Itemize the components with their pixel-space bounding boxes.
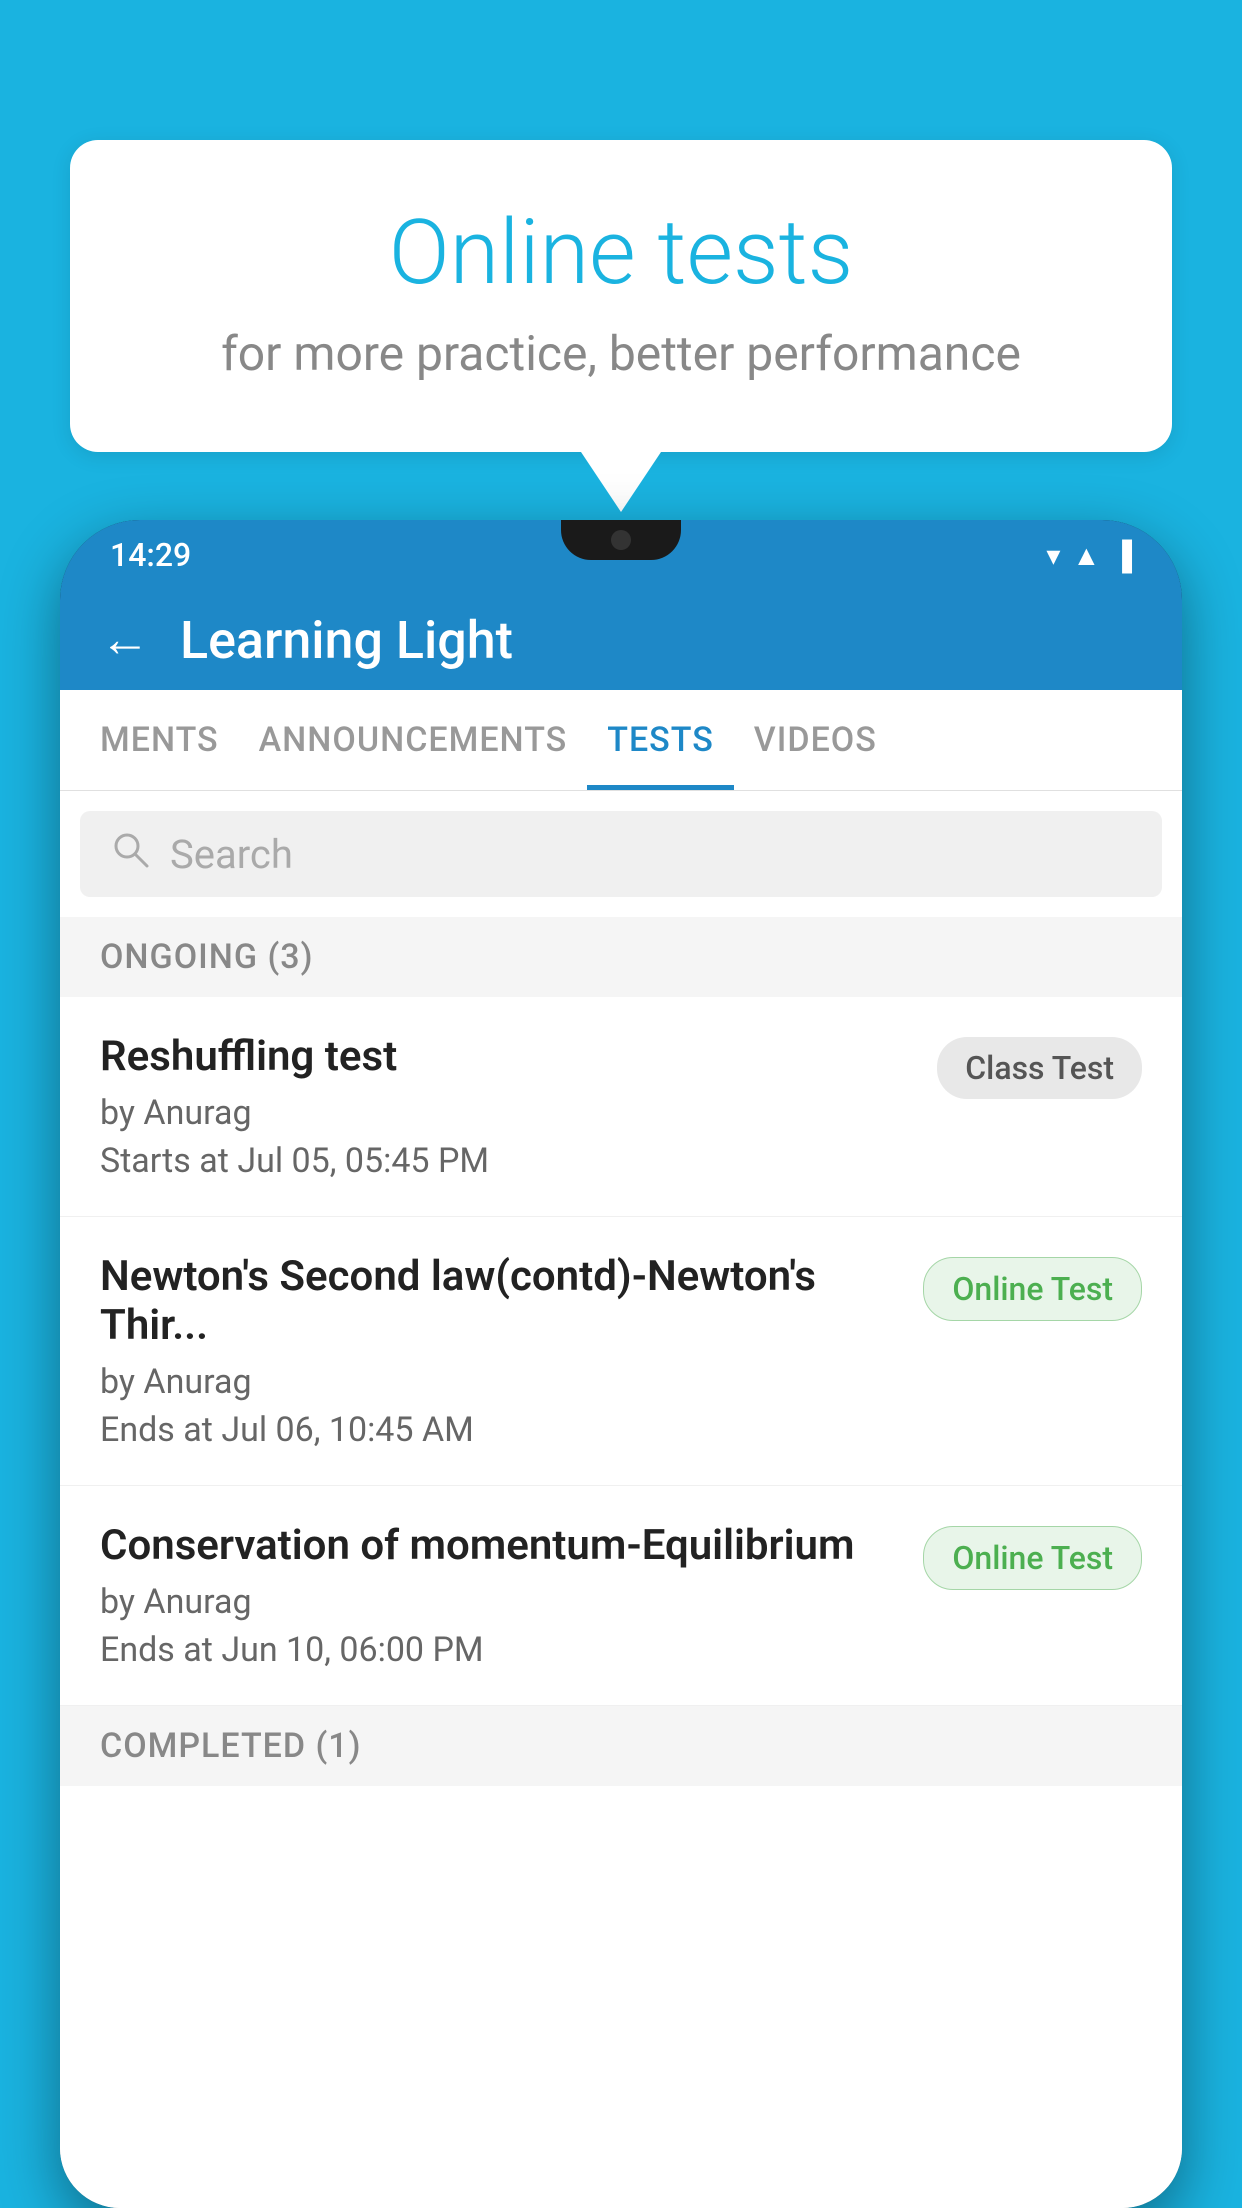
back-button[interactable]: ← — [100, 615, 150, 665]
test-badge-class: Class Test — [937, 1037, 1142, 1099]
test-author: by Anurag — [100, 1582, 903, 1622]
test-info: Reshuffling test by Anurag Starts at Jul… — [100, 1032, 917, 1181]
signal-icon: ▲ — [1072, 539, 1100, 572]
status-time: 14:29 — [110, 536, 191, 574]
test-item[interactable]: Newton's Second law(contd)-Newton's Thir… — [60, 1217, 1182, 1486]
speech-bubble-subtitle: for more practice, better performance — [150, 325, 1092, 382]
wifi-icon: ▾ — [1046, 539, 1060, 572]
test-name: Reshuffling test — [100, 1032, 917, 1081]
camera-dot — [611, 530, 631, 550]
app-title: Learning Light — [180, 610, 513, 671]
test-item[interactable]: Reshuffling test by Anurag Starts at Jul… — [60, 997, 1182, 1217]
search-bar[interactable]: Search — [80, 811, 1162, 897]
status-icons: ▾ ▲ ▐ — [1046, 539, 1132, 572]
test-badge-online: Online Test — [923, 1526, 1142, 1590]
phone-screen: MENTS ANNOUNCEMENTS TESTS VIDEOS Search — [60, 690, 1182, 2208]
test-date: Starts at Jul 05, 05:45 PM — [100, 1141, 917, 1181]
speech-bubble-title: Online tests — [150, 200, 1092, 305]
ongoing-section-header: ONGOING (3) — [60, 917, 1182, 997]
battery-icon: ▐ — [1112, 539, 1132, 572]
phone-frame: 14:29 ▾ ▲ ▐ ← Learning Light MENTS ANNOU… — [60, 520, 1182, 2208]
tests-list: ONGOING (3) Reshuffling test by Anurag S… — [60, 917, 1182, 2208]
test-name: Conservation of momentum-Equilibrium — [100, 1521, 903, 1570]
app-header: ← Learning Light — [60, 590, 1182, 690]
search-placeholder: Search — [170, 831, 293, 878]
test-date: Ends at Jul 06, 10:45 AM — [100, 1410, 903, 1450]
test-info: Conservation of momentum-Equilibrium by … — [100, 1521, 903, 1670]
search-icon — [110, 829, 150, 879]
test-date: Ends at Jun 10, 06:00 PM — [100, 1630, 903, 1670]
speech-bubble-tail — [581, 452, 661, 512]
status-bar: 14:29 ▾ ▲ ▐ — [60, 520, 1182, 590]
test-info: Newton's Second law(contd)-Newton's Thir… — [100, 1252, 903, 1450]
test-badge-online: Online Test — [923, 1257, 1142, 1321]
test-author: by Anurag — [100, 1093, 917, 1133]
tab-tests[interactable]: TESTS — [587, 690, 734, 790]
test-item[interactable]: Conservation of momentum-Equilibrium by … — [60, 1486, 1182, 1706]
test-author: by Anurag — [100, 1362, 903, 1402]
tabs-container: MENTS ANNOUNCEMENTS TESTS VIDEOS — [60, 690, 1182, 791]
completed-section-header: COMPLETED (1) — [60, 1706, 1182, 1786]
phone-notch — [561, 520, 681, 560]
tab-announcements[interactable]: ANNOUNCEMENTS — [239, 690, 588, 790]
test-name: Newton's Second law(contd)-Newton's Thir… — [100, 1252, 903, 1350]
tab-videos[interactable]: VIDEOS — [734, 690, 897, 790]
speech-bubble: Online tests for more practice, better p… — [70, 140, 1172, 452]
speech-bubble-wrapper: Online tests for more practice, better p… — [70, 140, 1172, 512]
tab-ments[interactable]: MENTS — [80, 690, 239, 790]
